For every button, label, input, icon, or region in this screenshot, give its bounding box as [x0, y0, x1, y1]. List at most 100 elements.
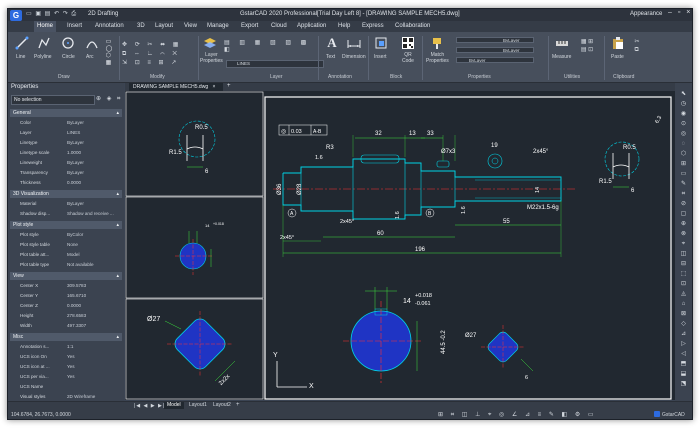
property-value[interactable]: Yes	[67, 352, 121, 361]
property-row[interactable]: UCS icon On Yes	[18, 352, 122, 361]
property-value[interactable]: 2D Wireframe	[67, 392, 121, 401]
tab-application[interactable]: Application	[294, 21, 329, 32]
property-row[interactable]: Color ByLayer	[18, 118, 122, 127]
quick-select-icons[interactable]: ⊕ ◈ ⌗	[96, 95, 122, 103]
appearance-menu[interactable]: Appearance	[630, 11, 662, 17]
property-row[interactable]: Width 497.3307	[18, 321, 122, 330]
tab-insert[interactable]: Insert	[64, 21, 85, 32]
section-header-plot[interactable]: Plot style ▴	[10, 221, 122, 229]
collapse-icon[interactable]: ▴	[116, 190, 119, 198]
property-row[interactable]: Linetype scale 1.0000	[18, 148, 122, 157]
property-value[interactable]: Not available	[67, 260, 121, 269]
modify-group-label[interactable]: Modify	[150, 74, 165, 81]
property-value[interactable]: LINES	[67, 128, 121, 137]
text-tool-button[interactable]: A	[324, 35, 340, 51]
property-row[interactable]: Plot table att... Model	[18, 250, 122, 259]
property-value[interactable]: ByColor	[67, 230, 121, 239]
property-value[interactable]: 1.0000	[67, 148, 121, 157]
property-value[interactable]: 0.0000	[67, 301, 121, 310]
current-layer-dropdown[interactable]: LINES	[226, 60, 324, 68]
tab-layout[interactable]: Layout	[152, 21, 176, 32]
property-row[interactable]: UCS per via... Yes	[18, 372, 122, 381]
section-header-general[interactable]: General ▴	[10, 109, 122, 117]
circle-tool-button[interactable]	[60, 35, 76, 51]
tab-cloud[interactable]: Cloud	[268, 21, 290, 32]
property-row[interactable]: Lineweight ByLayer	[18, 158, 122, 167]
draw-extra-tools[interactable]: ▭ ◯ ⬡ ▦	[102, 36, 116, 70]
utilities-extra-tools[interactable]: ▦ ⊞ ▤ ⊡	[574, 36, 600, 56]
selection-dropdown[interactable]: No selection	[11, 95, 95, 105]
property-value[interactable]: None	[67, 240, 121, 249]
property-value[interactable]: ByLayer	[67, 199, 121, 208]
layer-group-label[interactable]: Layer	[270, 74, 283, 81]
property-value[interactable]: ByLayer	[67, 138, 121, 147]
tab-manage[interactable]: Manage	[204, 21, 232, 32]
linetype-dropdown[interactable]: ByLayer	[456, 47, 534, 53]
property-row[interactable]: Shadow disp... Shadow and receive ...	[18, 209, 122, 218]
annotation-group-label[interactable]: Annotation	[328, 74, 352, 81]
property-row[interactable]: Material ByLayer	[18, 199, 122, 208]
property-value[interactable]: ByLayer	[67, 118, 121, 127]
properties-group-label[interactable]: Properties	[468, 74, 491, 81]
property-row[interactable]: UCS icon at ... Yes	[18, 362, 122, 371]
section-header-view[interactable]: View ▴	[10, 272, 122, 280]
app-logo-icon[interactable]: G	[10, 10, 22, 21]
property-row[interactable]: Linetype ByLayer	[18, 138, 122, 147]
tab-export[interactable]: Export	[238, 21, 261, 32]
tab-home[interactable]: Home	[34, 21, 57, 32]
property-row[interactable]: Center X 309.5783	[18, 281, 122, 290]
property-value[interactable]: Yes	[67, 362, 121, 371]
tab-layout1[interactable]: Layout1	[186, 402, 210, 409]
tab-3d[interactable]: 3D	[134, 21, 148, 32]
paste-button[interactable]	[610, 35, 626, 51]
property-value[interactable]: 278.6583	[67, 311, 121, 320]
property-row[interactable]: Visual styles 2D Wireframe	[18, 392, 122, 401]
property-value[interactable]: 1:1	[67, 342, 121, 351]
collapse-icon[interactable]: ▴	[116, 333, 119, 341]
collapse-icon[interactable]: ▴	[116, 221, 119, 229]
property-value[interactable]: Yes	[67, 372, 121, 381]
add-document-icon[interactable]: +	[227, 83, 231, 89]
property-value[interactable]: Model	[67, 250, 121, 259]
close-icon[interactable]: ×	[213, 84, 216, 90]
property-row[interactable]: UCS Name	[18, 382, 122, 391]
collapse-icon[interactable]: ▴	[116, 272, 119, 280]
property-value[interactable]: 0.0000	[67, 178, 121, 187]
view-tools-icons[interactable]: ⬉ ◷ ◉ ⊙ ◎ ◌ ⬡ ⊞ ▭ ✎ ⌗ ⊘ ▢ ⊕ ⊗ ⌖ ◫ ⊟ ⬚ ⊡ ◬ ⌂ ⊠ ◇ ⊿ ▷ ◁ ⬒ ⬓ ⬔	[678, 89, 689, 389]
property-row[interactable]: Thickness 0.0000	[18, 178, 122, 187]
tab-model[interactable]: Model	[164, 402, 184, 409]
layer-tools-row[interactable]: ▤ ▥ ▦ ▧ ▨ ▩ ◧	[224, 37, 314, 55]
collapse-icon[interactable]: ▴	[116, 109, 119, 117]
tab-express[interactable]: Express	[359, 21, 387, 32]
measure-button[interactable]	[554, 35, 570, 51]
document-tab[interactable]: DRAWING SAMPLE MECH5.dwg ×	[129, 83, 223, 91]
property-value[interactable]: ByLayer	[67, 168, 121, 177]
lineweight-dropdown[interactable]: ByLayer	[456, 57, 534, 63]
polyline-tool-button[interactable]	[36, 35, 52, 51]
insert-block-button[interactable]	[373, 35, 389, 51]
layout-tab-nav[interactable]: |◀ ◀ ▶ ▶|	[134, 403, 165, 409]
quick-access-icons[interactable]: ▭ ▣ ▤ ↶ ↷ ⎙	[26, 10, 77, 18]
property-value[interactable]: 309.5783	[67, 281, 121, 290]
property-row[interactable]: Plot style table None	[18, 240, 122, 249]
tab-annotation[interactable]: Annotation	[92, 21, 127, 32]
drawing-svg[interactable]: R0.5 R1.5 6 14 +0.018 Ø27 2x2x 32 13 33 …	[125, 91, 675, 400]
color-dropdown[interactable]: ByLayer	[456, 37, 534, 43]
tab-view[interactable]: View	[181, 21, 200, 32]
dimension-tool-button[interactable]	[344, 35, 364, 51]
window-controls[interactable]: – ▫ ×	[668, 9, 692, 16]
property-row[interactable]: Plot table type Not available	[18, 260, 122, 269]
line-tool-button[interactable]	[14, 35, 30, 51]
section-header-viz[interactable]: 3D Visualization ▴	[10, 190, 122, 198]
qr-code-button[interactable]	[400, 35, 416, 51]
draw-group-label[interactable]: Draw	[58, 74, 70, 81]
tab-layout2[interactable]: Layout2	[210, 402, 234, 409]
drawing-canvas[interactable]: R0.5 R1.5 6 14 +0.018 Ø27 2x2x 32 13 33 …	[125, 91, 675, 400]
match-properties-button[interactable]	[430, 35, 446, 51]
arc-tool-button[interactable]	[84, 35, 100, 51]
tab-help[interactable]: Help	[335, 21, 353, 32]
workspace-switcher[interactable]: 2D Drafting	[88, 11, 118, 17]
property-row[interactable]: Center Y 165.6710	[18, 291, 122, 300]
property-row[interactable]: Transparency ByLayer	[18, 168, 122, 177]
property-value[interactable]: 497.3307	[67, 321, 121, 330]
